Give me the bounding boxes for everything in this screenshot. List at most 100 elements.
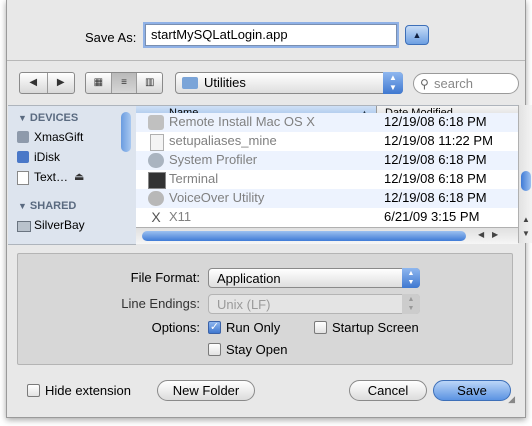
file-date: 12/19/08 6:18 PM	[384, 114, 487, 129]
sidebar: ▼ DEVICES XmasGift iDisk Text… ⏏ ▼ SHARED …	[8, 105, 118, 245]
stay-open-label: Stay Open	[226, 342, 288, 357]
hard-disk-icon	[17, 131, 29, 143]
folder-icon	[182, 77, 198, 89]
file-row[interactable]: setupaliases_mine 12/19/08 11:22 PM	[136, 132, 518, 151]
triangle-up-icon: ▲	[412, 30, 422, 40]
disclosure-triangle-icon: ▼	[18, 201, 27, 211]
back-button[interactable]: ◀	[20, 73, 48, 93]
checkbox-box	[27, 384, 40, 397]
file-row[interactable]: Terminal 12/19/08 6:18 PM	[136, 170, 518, 189]
filename-input[interactable]: startMySQLatLogin.app	[145, 24, 397, 46]
sidebar-item-xmasgift[interactable]: XmasGift	[17, 130, 84, 144]
sidebar-scroll-thumb[interactable]	[121, 112, 131, 152]
script-document-icon	[150, 134, 164, 151]
search-field[interactable]: ⚲ search	[413, 73, 519, 94]
icon-view-button[interactable]: ▦	[86, 73, 112, 93]
location-popup[interactable]: Utilities ▲ ▼	[175, 72, 403, 94]
file-row[interactable]: Remote Install Mac OS X 12/19/08 6:18 PM	[136, 113, 518, 132]
startup-screen-label: Startup Screen	[332, 320, 419, 335]
file-date: 6/21/09 3:15 PM	[384, 209, 480, 224]
file-name: VoiceOver Utility	[169, 190, 265, 205]
file-name: System Profiler	[169, 152, 258, 167]
popup-arrows-icon: ▲ ▼	[383, 72, 403, 94]
resize-grip-icon[interactable]: ◢	[508, 394, 515, 405]
options-label: Options:	[151, 320, 200, 335]
file-date: 12/19/08 11:22 PM	[384, 133, 493, 148]
save-button[interactable]: Save	[433, 380, 511, 401]
section-title: DEVICES	[29, 112, 79, 124]
scroll-down-icon[interactable]: ▼	[522, 229, 530, 238]
sidebar-item-label: XmasGift	[34, 130, 84, 144]
installer-app-icon	[148, 115, 164, 130]
disclosure-triangle-icon: ▼	[18, 113, 27, 123]
file-name: Remote Install Mac OS X	[169, 114, 315, 129]
file-format-popup[interactable]: Application ▲ ▼	[208, 268, 420, 288]
popup-arrows-icon: ▲ ▼	[402, 294, 420, 314]
line-endings-label: Line Endings:	[121, 296, 200, 311]
file-row[interactable]: VoiceOver Utility 12/19/08 6:18 PM	[136, 189, 518, 208]
search-icon: ⚲	[420, 77, 429, 91]
line-endings-value: Unix (LF)	[217, 297, 271, 312]
idisk-icon	[17, 151, 29, 163]
hide-extension-label: Hide extension	[45, 383, 131, 398]
system-profiler-icon	[148, 153, 164, 168]
horizontal-scrollbar[interactable]: ◀ ▶	[136, 227, 518, 244]
file-format-value: Application	[217, 271, 281, 286]
run-only-label: Run Only	[226, 320, 281, 335]
file-date: 12/19/08 6:18 PM	[384, 190, 487, 205]
file-date: 12/19/08 6:18 PM	[384, 152, 487, 167]
file-name: Terminal	[169, 171, 219, 186]
section-title: SHARED	[29, 200, 77, 212]
vertical-scrollbar[interactable]: ▲ ▼	[518, 105, 532, 243]
file-name: X11	[169, 209, 192, 224]
search-placeholder: search	[434, 76, 474, 91]
scroll-up-icon[interactable]: ▲	[522, 215, 530, 224]
file-list: Name ▲ Date Modified Remote Install Mac …	[136, 105, 518, 228]
separator	[7, 60, 525, 61]
checkbox-box	[208, 343, 221, 356]
save-as-label: Save As:	[85, 30, 137, 45]
nav-segment: ◀ ▶	[19, 72, 75, 94]
eject-icon[interactable]: ⏏	[74, 170, 84, 183]
scroll-left-icon[interactable]: ◀	[478, 230, 484, 239]
list-view-button[interactable]: ≡	[111, 73, 138, 93]
sidebar-item-label: Text…	[34, 170, 69, 184]
popup-arrows-icon: ▲ ▼	[402, 268, 420, 288]
startup-screen-checkbox[interactable]: Startup Screen	[314, 320, 419, 335]
file-row[interactable]: System Profiler 12/19/08 6:18 PM	[136, 151, 518, 170]
stay-open-checkbox[interactable]: Stay Open	[208, 342, 287, 357]
cancel-button[interactable]: Cancel	[349, 380, 427, 401]
view-mode-segment: ▦ ≡ ▥	[85, 72, 163, 94]
line-endings-popup[interactable]: Unix (LF) ▲ ▼	[208, 294, 420, 314]
x11-icon: X	[151, 209, 161, 225]
sidebar-item-label: SilverBay	[34, 218, 85, 232]
terminal-icon	[148, 172, 166, 189]
new-folder-button[interactable]: New Folder	[157, 380, 255, 401]
file-name: setupaliases_mine	[169, 133, 277, 148]
options-panel: File Format: Application ▲ ▼ Line Endings…	[17, 253, 513, 365]
file-format-label: File Format:	[130, 270, 200, 285]
checkmark-icon: ✓	[208, 321, 221, 334]
sidebar-item-text[interactable]: Text… ⏏	[17, 170, 84, 185]
horizontal-scroll-thumb[interactable]	[142, 231, 466, 241]
forward-button[interactable]: ▶	[48, 73, 75, 93]
file-date: 12/19/08 6:18 PM	[384, 171, 487, 186]
sidebar-section-shared[interactable]: ▼ SHARED	[18, 200, 76, 212]
collapse-sheet-button[interactable]: ▲	[405, 25, 429, 45]
sidebar-item-silverbay[interactable]: SilverBay	[17, 218, 85, 232]
column-view-button[interactable]: ▥	[137, 73, 162, 93]
run-only-checkbox[interactable]: ✓ Run Only	[208, 320, 280, 335]
sidebar-item-label: iDisk	[34, 150, 60, 164]
sidebar-section-devices[interactable]: ▼ DEVICES	[18, 112, 78, 124]
location-label: Utilities	[204, 75, 246, 90]
checkbox-box	[314, 321, 327, 334]
sidebar-item-idisk[interactable]: iDisk	[17, 150, 60, 164]
save-sheet: Save As: startMySQLatLogin.app ▲ ◀ ▶ ▦ ≡…	[6, 0, 532, 418]
vertical-scroll-thumb[interactable]	[521, 171, 531, 191]
voiceover-icon	[148, 191, 164, 206]
network-computer-icon	[17, 221, 31, 232]
scroll-right-icon[interactable]: ▶	[492, 230, 498, 239]
document-icon	[17, 171, 29, 185]
hide-extension-checkbox[interactable]: Hide extension	[27, 383, 131, 398]
file-row[interactable]: X X11 6/21/09 3:15 PM	[136, 208, 518, 227]
